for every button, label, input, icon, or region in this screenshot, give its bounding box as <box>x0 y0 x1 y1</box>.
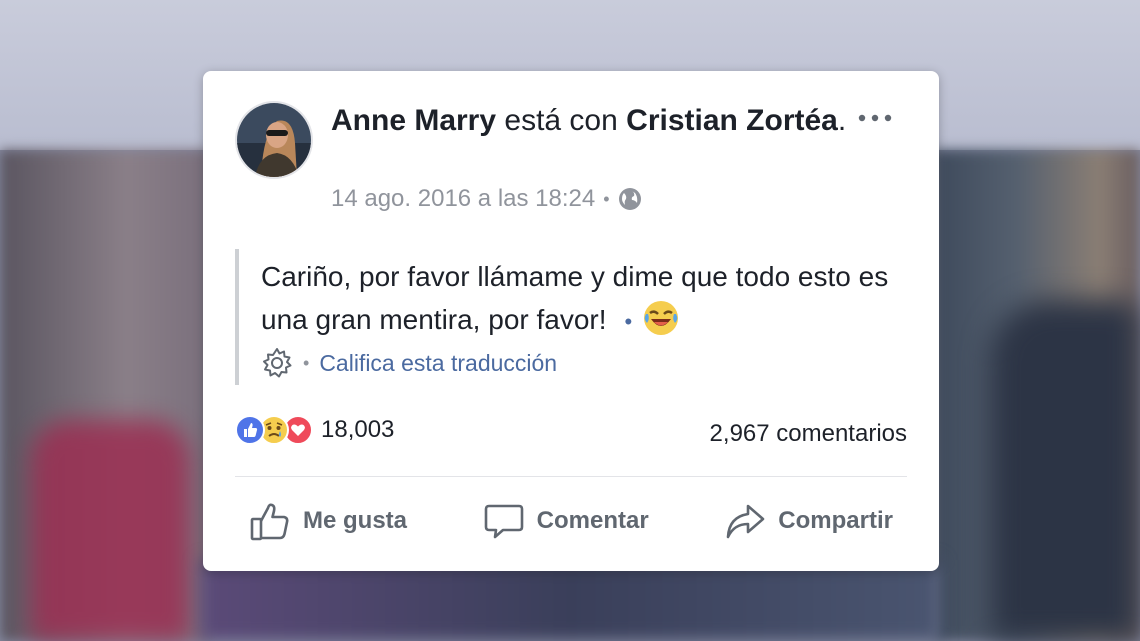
gear-icon[interactable] <box>261 347 293 379</box>
globe-icon <box>618 188 641 210</box>
meta-separator: • <box>603 188 610 209</box>
like-button-label: Me gusta <box>303 507 408 534</box>
thumbs-up-icon <box>250 503 289 541</box>
background-bottom-block <box>200 560 940 641</box>
post-header-text: Anne Marry está con Cristian Zortéa. <box>331 101 851 140</box>
actions-divider <box>235 476 907 477</box>
post-card: Anne Marry está con Cristian Zortéa. 14 … <box>203 71 939 571</box>
connector-text: está con <box>504 104 618 137</box>
post-message: Cariño, por favor llámame y dime que tod… <box>261 255 901 343</box>
post-meta: 14 ago. 2016 a las 18:24 • <box>331 185 642 213</box>
more-icon <box>858 114 892 122</box>
author-name[interactable]: Anne Marry <box>331 104 496 137</box>
post-message-text: Cariño, por favor llámame y dime que tod… <box>261 261 889 335</box>
comments-count[interactable]: 2,967 comentarios <box>710 420 907 448</box>
tagged-name[interactable]: Cristian Zortéa <box>626 104 838 137</box>
tagged-suffix: . <box>837 104 847 137</box>
like-reaction-icon <box>235 415 265 445</box>
more-options-button[interactable] <box>853 103 897 133</box>
comment-icon <box>484 504 523 539</box>
translation-row: • Califica esta traducción <box>261 347 557 379</box>
message-separator: • <box>624 309 633 334</box>
share-button-label: Compartir <box>778 507 893 534</box>
like-button[interactable]: Me gusta <box>235 500 421 542</box>
comment-button-label: Comentar <box>536 507 649 534</box>
translation-separator: • <box>303 352 310 373</box>
background-left-shape <box>30 420 190 641</box>
rate-translation-link[interactable]: Califica esta traducción <box>319 350 557 377</box>
comment-button[interactable]: Comentar <box>469 500 663 542</box>
share-arrow-icon <box>726 504 765 539</box>
reactions-count: 18,003 <box>321 416 395 443</box>
avatar[interactable] <box>235 101 313 179</box>
quote-bar <box>235 249 239 385</box>
laughing-crying-emoji-icon <box>644 301 679 335</box>
reactions-summary[interactable]: 18,003 <box>235 415 394 445</box>
post-actions: Me gusta Comentar Compartir <box>235 499 907 543</box>
post-timestamp[interactable]: 14 ago. 2016 a las 18:24 <box>331 185 595 213</box>
share-button[interactable]: Compartir <box>710 500 907 542</box>
background-right-shape <box>990 300 1140 641</box>
